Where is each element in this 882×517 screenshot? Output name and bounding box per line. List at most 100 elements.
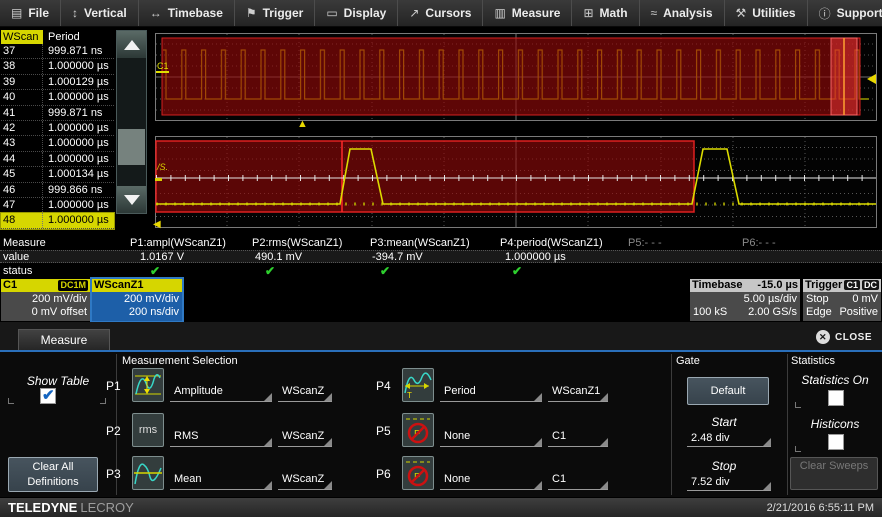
menu-item-vertical[interactable]: ↕Vertical <box>61 0 139 26</box>
show-table-checkbox[interactable]: ✔ <box>40 388 56 404</box>
cursors-icon: ↗ <box>409 6 419 20</box>
menu-label: Analysis <box>663 6 712 20</box>
gate-start-input[interactable]: 2.48 div <box>687 430 771 447</box>
menu-item-file[interactable]: ▤File <box>0 0 61 26</box>
c1-vdiv: 200 mV/div <box>4 293 87 306</box>
menu-label: Timebase <box>168 6 223 20</box>
corner-mark <box>795 402 801 408</box>
measurement-row-p1: P1 Amplitude WScanZ <box>106 368 332 402</box>
histicons-checkbox[interactable] <box>828 434 844 450</box>
gate-stop-label: Stop <box>676 459 772 473</box>
p5-source-dropdown[interactable]: C1 <box>548 427 608 447</box>
menu-item-display[interactable]: ▭Display <box>315 0 398 26</box>
menu-item-timebase[interactable]: ↔ Timebase <box>139 0 235 26</box>
wscanz1-descriptor-box[interactable]: WScanZ1 200 mV/div200 ns/div <box>92 279 182 321</box>
gate-start-label: Start <box>676 415 772 429</box>
c1-descriptor-box[interactable]: C1DC1M 200 mV/div0 mV offset <box>1 279 90 321</box>
menu-item-measure[interactable]: ▥Measure <box>483 0 572 26</box>
gate-default-button[interactable]: Default <box>687 377 769 405</box>
p2-header: P2:rms(WScanZ1) <box>252 237 342 250</box>
menu-item-cursors[interactable]: ↗ Cursors <box>398 0 483 26</box>
trigger-mode: Stop <box>806 293 829 306</box>
p3-type-dropdown[interactable]: Mean <box>170 470 272 490</box>
none-icon: P <box>402 456 434 490</box>
p1-value: 1.0167 V <box>140 251 184 264</box>
timebase-title: Timebase <box>692 279 743 292</box>
p1-header: P1:ampl(WScanZ1) <box>130 237 226 250</box>
close-button[interactable]: ✕ CLOSE <box>816 330 872 344</box>
dropdown-triangle-icon <box>264 393 272 401</box>
utilities-icon: ⚒ <box>736 6 747 20</box>
p2-source-dropdown[interactable]: WScanZ <box>278 427 332 447</box>
p4-type-dropdown[interactable]: Period <box>440 382 542 402</box>
show-table-label: Show Table <box>0 374 116 388</box>
menu-label: Support <box>837 6 882 20</box>
math-icon: ⊞ <box>583 6 593 20</box>
timebase-icon: ↔ <box>150 6 162 20</box>
table-row[interactable]: 381.000000 µs <box>1 59 114 74</box>
clear-all-definitions-button[interactable]: Clear All Definitions <box>8 457 98 492</box>
wscan-header-cell[interactable]: WScan <box>1 30 43 44</box>
trigger-coupling-badge: DC <box>862 280 879 290</box>
timebase-rate: 2.00 GS/s <box>748 306 797 319</box>
zoom-waveform-panel[interactable]: /S. <box>155 136 877 228</box>
clear-sweeps-button[interactable]: Clear Sweeps <box>790 457 878 490</box>
tab-measure[interactable]: Measure <box>18 329 110 350</box>
dropdown-triangle-icon <box>264 438 272 446</box>
p4-status-check-icon: ✔ <box>512 265 522 278</box>
dropdown-triangle-icon <box>264 481 272 489</box>
table-row[interactable]: 41999.871 ns <box>1 106 114 121</box>
menu-item-utilities[interactable]: ⚒Utilities <box>725 0 808 26</box>
scroll-up-button[interactable] <box>117 31 146 58</box>
p6-label: P6 <box>376 467 396 481</box>
wscan-table: WScan Period 37999.871 ns 381.000000 µs … <box>1 30 114 229</box>
menu-item-support[interactable]: ⓘSupport <box>808 0 882 26</box>
gate-stop-input[interactable]: 7.52 div <box>687 474 771 491</box>
menu-item-analysis[interactable]: ≈Analysis <box>640 0 725 26</box>
p6-source-dropdown[interactable]: C1 <box>548 470 608 490</box>
table-row[interactable]: 37999.871 ns <box>1 44 114 59</box>
p1-type-dropdown[interactable]: Amplitude <box>170 382 272 402</box>
datetime-label: 2/21/2016 6:55:11 PM <box>767 502 874 514</box>
statistics-on-checkbox[interactable] <box>828 390 844 406</box>
scroll-down-button[interactable] <box>117 186 146 213</box>
statistics-on-label: Statistics On <box>788 373 882 387</box>
timebase-descriptor-box[interactable]: Timebase-15.0 µs 5.00 µs/div 100 kS2.00 … <box>690 279 800 321</box>
c1-level-indicator <box>156 71 169 73</box>
overview-waveform-plot: C1 <box>155 33 877 121</box>
trigger-level: 0 mV <box>852 293 878 306</box>
table-row[interactable]: 451.000134 µs <box>1 167 114 182</box>
menu-label: Cursors <box>425 6 471 20</box>
menu-item-math[interactable]: ⊞Math <box>572 0 639 26</box>
table-row[interactable]: 421.000000 µs <box>1 121 114 136</box>
p5-label: P5 <box>376 424 396 438</box>
p6-type-dropdown[interactable]: None <box>440 470 542 490</box>
table-row-selected[interactable]: 481.000000 µs <box>1 213 114 228</box>
table-row[interactable]: 471.000000 µs <box>1 198 114 213</box>
p3-header: P3:mean(WScanZ1) <box>370 237 470 250</box>
dropdown-triangle-icon <box>534 481 542 489</box>
readout-status-row: status ✔ ✔ ✔ ✔ <box>0 265 882 278</box>
table-row[interactable]: 441.000000 µs <box>1 152 114 167</box>
c1-offset: 0 mV offset <box>4 306 87 319</box>
trigger-descriptor-box[interactable]: TriggerC1DC Stop0 mV EdgePositive <box>803 279 881 321</box>
measurement-row-p6: P6 P None C1 <box>376 456 608 490</box>
close-icon: ✕ <box>816 330 830 344</box>
scrollbar-thumb[interactable] <box>118 129 145 165</box>
p3-value: -394.7 mV <box>372 251 423 264</box>
dropdown-triangle-icon <box>763 438 771 446</box>
table-row[interactable]: 46999.866 ns <box>1 183 114 198</box>
p1-source-dropdown[interactable]: WScanZ <box>278 382 332 402</box>
overview-waveform-panel[interactable]: C1 <box>155 33 877 121</box>
table-row[interactable]: 431.000000 µs <box>1 136 114 151</box>
p3-source-dropdown[interactable]: WScanZ <box>278 470 332 490</box>
wscanz1-vdiv: 200 mV/div <box>95 293 179 306</box>
p5-type-dropdown[interactable]: None <box>440 427 542 447</box>
menu-item-trigger[interactable]: ⚑Trigger <box>235 0 315 26</box>
table-row[interactable]: 391.000129 µs <box>1 75 114 90</box>
trigger-type: Edge <box>806 306 832 319</box>
table-row[interactable]: 401.000000 µs <box>1 90 114 105</box>
p4-source-dropdown[interactable]: WScanZ1 <box>548 382 608 402</box>
p2-type-dropdown[interactable]: RMS <box>170 427 272 447</box>
mean-icon <box>132 456 164 490</box>
